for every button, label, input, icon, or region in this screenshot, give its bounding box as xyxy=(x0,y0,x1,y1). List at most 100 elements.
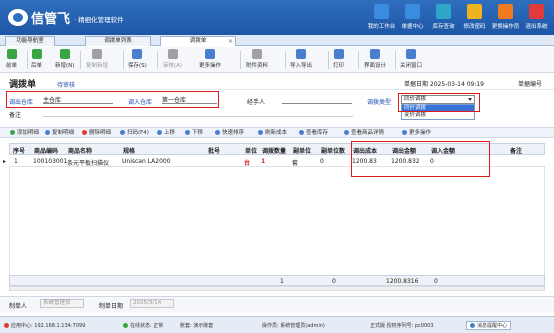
top-nav-label: 库存查询 xyxy=(432,24,455,30)
app-subtitle: · 精细化管理软件 xyxy=(74,16,124,24)
remark-field[interactable] xyxy=(43,108,353,117)
column-header[interactable]: 副单位 xyxy=(293,146,311,155)
grid-toolbar-button[interactable]: 下移 xyxy=(185,129,203,138)
app-center-icon xyxy=(4,323,9,328)
message-icon xyxy=(470,323,475,328)
column-header[interactable]: 序号 xyxy=(13,146,25,155)
top-nav-item[interactable]: 库存查询 xyxy=(428,2,459,30)
maker-field: 系统管理员 xyxy=(40,299,84,308)
toolbar-button[interactable]: 打印 xyxy=(333,49,344,69)
date-label: 单据日期 xyxy=(403,81,428,88)
refresh-icon xyxy=(258,130,263,135)
grid-toolbar-button[interactable]: 扫码(F4) xyxy=(120,129,149,138)
top-nav-item[interactable]: 单据中心 xyxy=(397,2,428,30)
toolbar-button[interactable]: 审核(A) xyxy=(163,49,182,69)
toolbar-button[interactable]: 后单 xyxy=(31,49,42,69)
grid-toolbar-button[interactable]: 查看商品详情 xyxy=(344,129,384,138)
close-icon[interactable]: × xyxy=(228,37,233,46)
horizontal-scrollbar[interactable] xyxy=(9,286,545,291)
grid-toolbar-label: 快速排序 xyxy=(222,130,245,136)
document-icon xyxy=(405,4,420,19)
table-cell-sub-qty[interactable]: 0 xyxy=(320,158,324,165)
top-nav-item[interactable]: 更换操作员 xyxy=(490,2,521,30)
divider xyxy=(0,89,554,90)
make-date-label: 制单日期 xyxy=(99,303,124,310)
remark-label: 备注 xyxy=(9,112,22,119)
table-empty-area[interactable] xyxy=(9,167,545,275)
toolbar-button[interactable]: 界面设计 xyxy=(364,49,386,69)
app-center-status: 应用中心: 192.168.1.134:7099 xyxy=(4,322,85,329)
tab-function-navigation[interactable]: 功能导航室 xyxy=(5,36,55,46)
toolbar-button[interactable]: 新增(N) xyxy=(55,49,74,69)
message-center-button[interactable]: 消息提醒中心 xyxy=(466,321,512,330)
toolbar-separator xyxy=(157,51,158,69)
row-pointer-icon: ▸ xyxy=(3,158,7,165)
app-header: 信管飞 · 精细化管理软件 我的工作台 单据中心 库存查询 修改密码 更换操作员 退出系统 xyxy=(0,0,554,35)
toolbar-button[interactable]: 前单 xyxy=(6,49,17,69)
online-icon xyxy=(123,323,128,328)
grid-toolbar-button[interactable]: 添加明细 xyxy=(10,129,39,138)
top-nav-label: 退出系统 xyxy=(525,24,548,30)
doc-no-label: 单据编号 xyxy=(517,81,542,88)
grid-toolbar-label: 查看库存 xyxy=(306,130,329,136)
table-cell-unit[interactable]: 台 xyxy=(244,158,250,167)
column-header[interactable]: 商品编码 xyxy=(34,146,58,155)
table-cell-name[interactable]: 条元平板扫描仪 xyxy=(67,158,109,167)
column-header[interactable]: 副单位数 xyxy=(321,146,345,155)
transfer-type-label: 调拨类型 xyxy=(367,99,392,106)
grid-toolbar-button[interactable]: 上移 xyxy=(157,129,175,138)
table-cell-sub-unit[interactable]: 套 xyxy=(292,158,298,167)
grid-toolbar-button[interactable]: 快速排序 xyxy=(215,129,244,138)
grid-toolbar-button[interactable]: 查看库存 xyxy=(299,129,328,138)
grid-toolbar-button[interactable]: 复制明细 xyxy=(45,129,74,138)
table-cell-code[interactable]: 100103001 xyxy=(33,158,67,165)
table-cell-spec[interactable]: Uniscan LA2000 xyxy=(122,158,171,165)
toolbar-button[interactable]: 导入导出 xyxy=(290,49,312,69)
prev-icon xyxy=(6,49,17,59)
column-header[interactable]: 备注 xyxy=(510,146,522,155)
tab-transfer-order[interactable]: 调拨单 × xyxy=(160,36,236,46)
toolbar-button[interactable]: 附件资料 xyxy=(246,49,268,69)
toolbar-button-label: 附件资料 xyxy=(246,63,269,69)
column-header[interactable]: 规格 xyxy=(123,146,135,155)
save-icon xyxy=(132,49,143,59)
toolbar-separator xyxy=(240,51,241,69)
grid-toolbar-button[interactable]: 删除明细 xyxy=(82,129,111,138)
grid-toolbar-label: 上移 xyxy=(164,130,176,136)
message-text: 消息提醒中心 xyxy=(477,323,508,329)
tab-transfer-list[interactable]: 调拨单列表 xyxy=(85,36,151,46)
grid-toolbar-button[interactable]: 更多操作 xyxy=(402,129,431,138)
table-cell-no[interactable]: 1 xyxy=(14,158,18,165)
top-nav-item[interactable]: 退出系统 xyxy=(521,2,552,30)
date-value[interactable]: 2025-03-14 09:19 xyxy=(430,81,484,88)
copy-row-icon xyxy=(45,130,50,135)
toolbar-button[interactable]: 保存(S) xyxy=(128,49,147,69)
close-window-icon xyxy=(406,49,416,59)
table-cell-qty[interactable]: 1 xyxy=(261,158,265,165)
toolbar-button-label: 更多操作 xyxy=(199,63,222,69)
tab-label: 功能导航室 xyxy=(16,38,44,44)
column-header[interactable]: 调拨数量 xyxy=(262,146,286,155)
toolbar-button[interactable]: 关闭窗口 xyxy=(400,49,422,69)
logo-mark-icon xyxy=(8,9,28,26)
column-header[interactable]: 单位 xyxy=(245,146,257,155)
top-nav-item[interactable]: 我的工作台 xyxy=(366,2,397,30)
grid-toolbar-button[interactable]: 刷新成本 xyxy=(258,129,287,138)
copy-icon xyxy=(92,49,102,59)
monitor-icon xyxy=(374,4,389,19)
toolbar-separator xyxy=(80,51,81,69)
handler-field[interactable] xyxy=(282,95,352,104)
toolbar-button[interactable]: 复制新增 xyxy=(86,49,108,69)
column-header[interactable]: 批号 xyxy=(208,146,220,155)
more-icon xyxy=(402,130,407,135)
top-nav-label: 我的工作台 xyxy=(367,24,396,30)
edition-status: 正式版 授权序列号: pc0003 xyxy=(370,323,434,329)
grid-toolbar-label: 更多操作 xyxy=(409,130,432,136)
grid-toolbar-label: 下移 xyxy=(192,130,204,136)
add-icon xyxy=(59,49,70,59)
top-nav-item[interactable]: 修改密码 xyxy=(459,2,490,30)
top-nav: 我的工作台 单据中心 库存查询 修改密码 更换操作员 退出系统 xyxy=(366,2,552,30)
dropdown-option[interactable]: 变价调拨 xyxy=(402,112,474,119)
toolbar-button[interactable]: 更多操作 xyxy=(199,49,221,69)
column-header[interactable]: 商品名称 xyxy=(68,146,92,155)
